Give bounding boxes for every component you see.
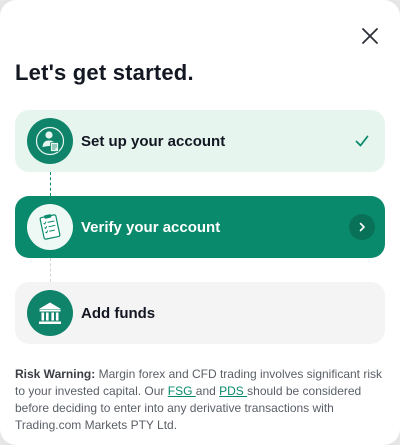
- user-document-icon: [27, 118, 73, 164]
- chevron-right-icon: [359, 222, 365, 232]
- close-icon: [362, 28, 378, 44]
- step-setup-account[interactable]: Set up your account: [15, 110, 385, 172]
- step-label-setup: Set up your account: [81, 132, 226, 150]
- checkmark-icon: [351, 130, 373, 152]
- step-label-funds: Add funds: [81, 304, 156, 322]
- fsg-link[interactable]: FSG: [168, 384, 196, 398]
- risk-warning-heading: Risk Warning:: [15, 367, 96, 381]
- step-connector: [50, 172, 51, 196]
- clipboard-checklist-icon: [27, 204, 73, 250]
- get-started-modal: Let's get started. Set up your account V…: [0, 0, 400, 445]
- step-label-verify: Verify your account: [81, 218, 221, 236]
- step-arrow-button[interactable]: [349, 214, 375, 240]
- close-button[interactable]: [358, 24, 382, 48]
- step-verify-account[interactable]: Verify your account: [15, 196, 385, 258]
- pds-link[interactable]: PDS: [219, 384, 247, 398]
- modal-title: Let's get started.: [15, 60, 194, 85]
- risk-warning: Risk Warning: Margin forex and CFD tradi…: [15, 366, 387, 434]
- risk-text-2: and: [195, 384, 220, 398]
- step-add-funds[interactable]: Add funds: [15, 282, 385, 344]
- step-connector: [50, 258, 51, 282]
- bank-building-icon: [27, 290, 73, 336]
